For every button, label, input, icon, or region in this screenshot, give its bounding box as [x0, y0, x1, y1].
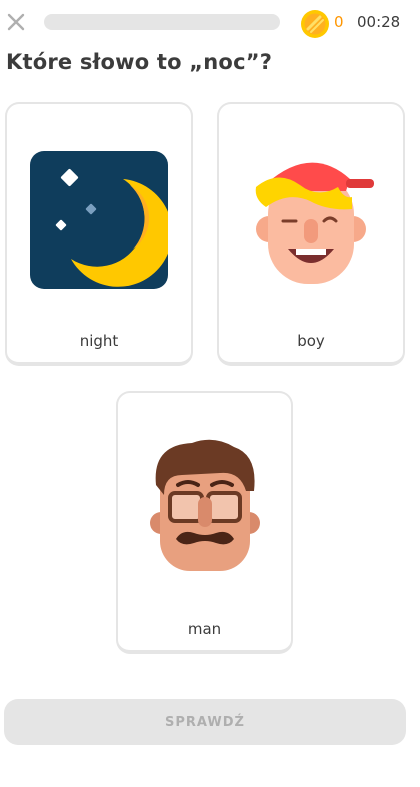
gem-count: 0 [334, 13, 344, 31]
choice-label-boy: boy [297, 332, 325, 350]
close-icon[interactable] [6, 12, 26, 32]
boy-with-cap-icon [255, 162, 374, 284]
choice-card-boy[interactable]: boy [217, 102, 405, 366]
moon-icon [30, 151, 168, 289]
top-bar: 0 00:28 [0, 0, 420, 44]
timer: 00:28 [357, 13, 401, 31]
check-button[interactable]: SPRAWDŹ [4, 699, 406, 745]
choice-label-man: man [187, 620, 222, 638]
progress-bar [44, 14, 280, 30]
coin-icon [301, 10, 329, 38]
man-with-glasses-icon [149, 439, 260, 571]
choice-card-man[interactable]: man [116, 391, 293, 654]
choice-card-night[interactable]: night [5, 102, 193, 366]
choice-label-night: night [79, 332, 119, 350]
question-prompt: Które słowo to „noc”? [6, 50, 273, 74]
